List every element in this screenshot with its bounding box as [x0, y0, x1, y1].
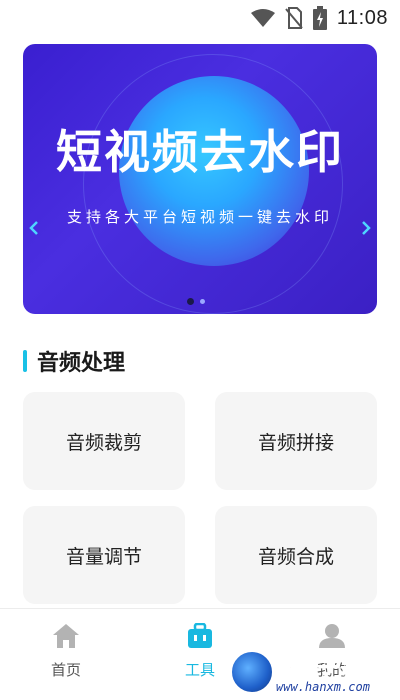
toolbox-icon	[186, 622, 214, 653]
globe-icon	[230, 650, 274, 694]
tile-label: 音量调节	[65, 545, 142, 568]
tile-label: 音频裁剪	[65, 431, 142, 454]
battery-charging-icon	[312, 6, 327, 30]
nav-item-home[interactable]: 首页	[26, 623, 106, 680]
banner-title: 短视频去水印	[56, 125, 344, 179]
banner-subtitle: 支持各大平台短视频一键去水印	[66, 208, 333, 226]
status-time: 11:08	[336, 6, 388, 29]
carousel-dot[interactable]	[200, 299, 205, 304]
nav-label: 首页	[50, 661, 81, 679]
banner-carousel[interactable]: 短视频去水印 支持各大平台短视频一键去水印	[23, 44, 377, 314]
section-accent-bar	[23, 350, 27, 372]
carousel-dot-active[interactable]	[187, 298, 194, 305]
status-icons: 11:08	[250, 6, 388, 30]
tile-label: 音频拼接	[257, 431, 334, 454]
volume-adjust-button[interactable]: 音量调节	[23, 506, 185, 604]
status-bar: 11:08	[0, 0, 400, 36]
no-sim-icon	[285, 7, 303, 29]
carousel-indicator[interactable]	[187, 298, 205, 305]
wifi-icon	[250, 8, 275, 28]
chevron-right-icon	[361, 220, 371, 235]
section-title: 音频处理	[37, 351, 126, 376]
audio-trim-button[interactable]: 音频裁剪	[23, 392, 185, 490]
home-icon	[52, 623, 80, 653]
audio-merge-button[interactable]: 音频合成	[215, 506, 377, 604]
watermark-text: 西美手游网	[271, 654, 388, 680]
audio-join-button[interactable]: 音频拼接	[215, 392, 377, 490]
site-watermark: 西美手游网 www.hanxm.com	[226, 646, 398, 700]
nav-label: 工具	[184, 661, 215, 679]
tile-label: 音频合成	[257, 545, 334, 568]
watermark-url: www.hanxm.com	[276, 680, 370, 694]
chevron-left-icon	[29, 220, 39, 235]
section-header: 音频处理	[23, 346, 125, 376]
